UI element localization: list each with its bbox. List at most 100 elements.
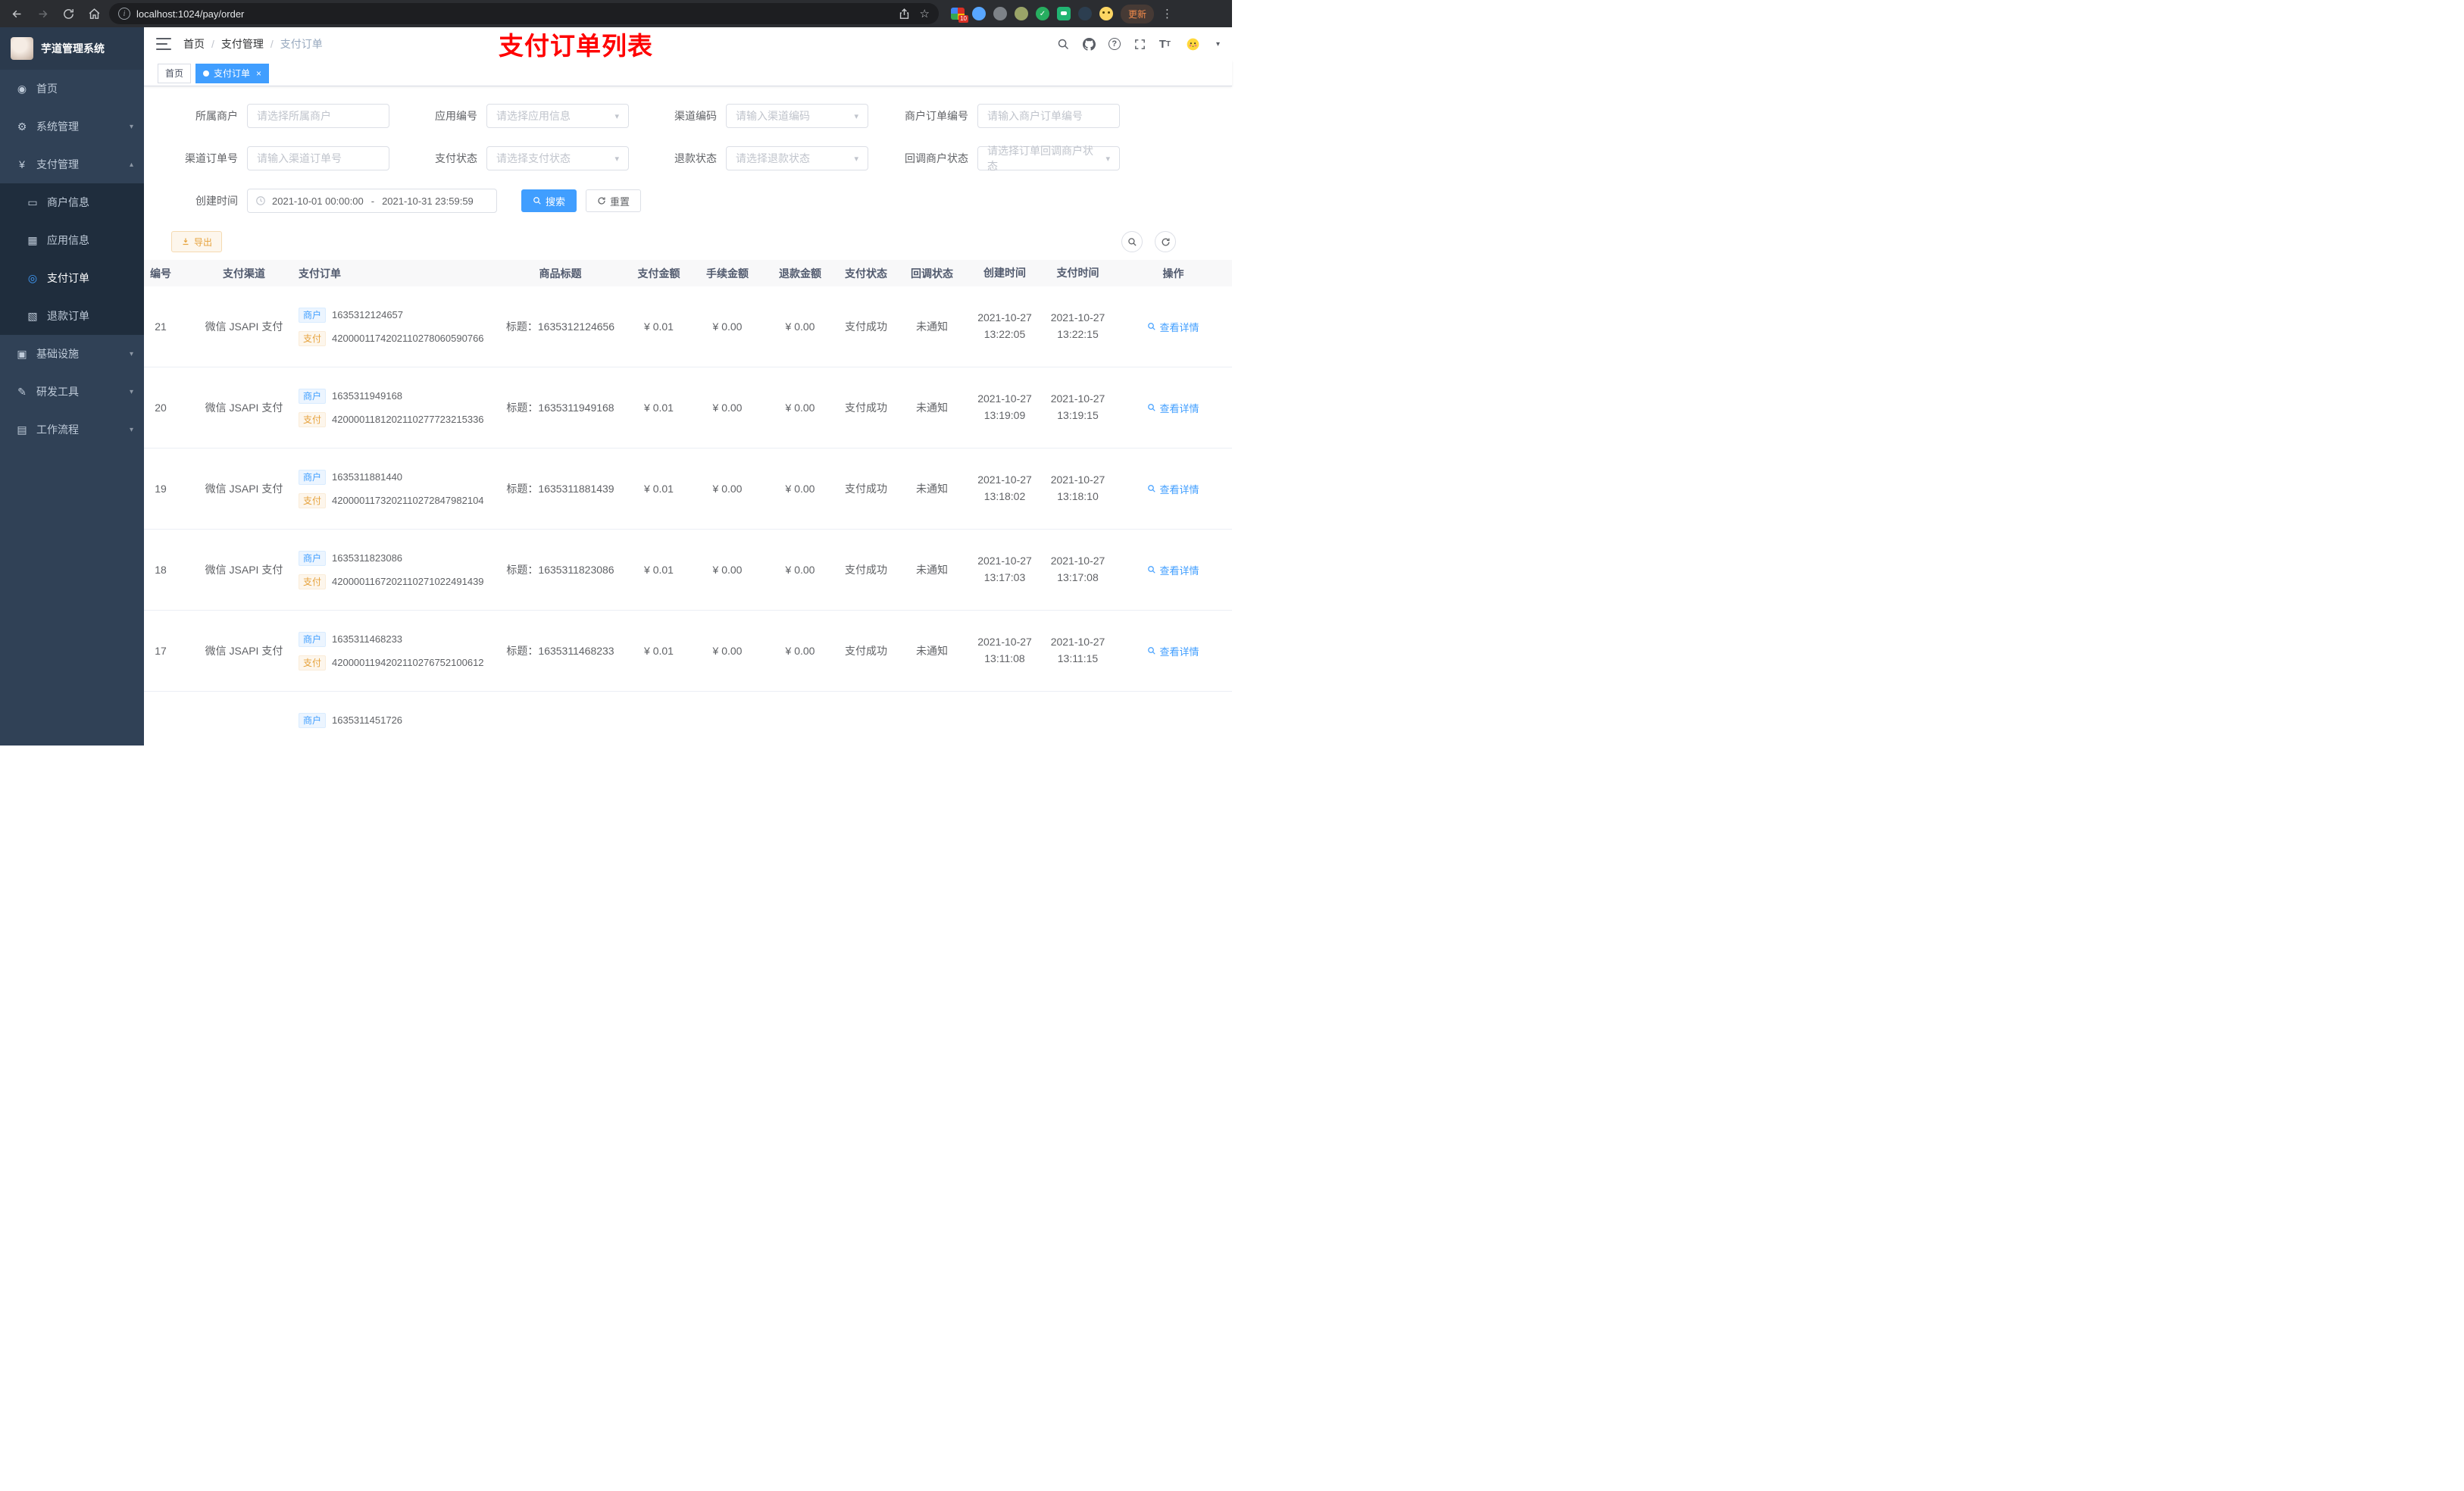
pay-channel-cell: 微信 JSAPI 支付 (205, 483, 283, 495)
app-no-filter-label: 应用编号 (435, 110, 477, 122)
refresh-table-button[interactable] (1155, 231, 1176, 252)
sidebar-collapse-icon[interactable] (156, 38, 171, 50)
export-button-label: 导出 (194, 236, 213, 248)
view-detail-link[interactable]: 查看详情 (1147, 320, 1199, 334)
view-detail-link[interactable]: 查看详情 (1147, 563, 1199, 577)
sidebar-item-label: 系统管理 (36, 120, 79, 133)
breadcrumb-home[interactable]: 首页 (183, 36, 205, 52)
status-cell: 支付成功 (845, 402, 887, 414)
column-header-status: 支付状态 (845, 267, 887, 280)
app-no-select[interactable]: 请选择应用信息 ▾ (486, 104, 629, 128)
sidebar-item-merchant-info[interactable]: ▭ 商户信息 (0, 183, 144, 221)
export-button[interactable]: 导出 (171, 231, 223, 252)
extension-icon[interactable] (1036, 7, 1049, 20)
refresh-icon (1162, 238, 1169, 245)
github-icon[interactable] (1082, 37, 1096, 51)
pay-tag: 支付 (299, 411, 327, 427)
tools-icon: ✎ (17, 385, 27, 398)
channel-order-no-input[interactable] (247, 146, 389, 170)
close-icon[interactable]: × (256, 68, 261, 79)
pay-status-select[interactable]: 请选择支付状态 ▾ (486, 146, 629, 170)
pay-time-cell: 2021-10-27 13:18:10 (1050, 474, 1105, 502)
payment-submenu: ▭ 商户信息 ▦ 应用信息 ◎ 支付订单 ▧ 退款订单 (0, 183, 144, 335)
view-detail-link[interactable]: 查看详情 (1147, 482, 1199, 496)
extension-icon[interactable] (1015, 7, 1028, 20)
extension-icon[interactable] (972, 7, 986, 20)
extension-icon[interactable]: 10 (951, 8, 968, 23)
fullscreen-icon[interactable] (1134, 38, 1146, 51)
create-time-filter-label: 创建时间 (195, 195, 238, 207)
extension-icon[interactable] (993, 7, 1007, 20)
sidebar-item-system[interactable]: ⚙ 系统管理 ▾ (0, 108, 144, 145)
chevron-down-icon: ▾ (854, 111, 858, 121)
address-bar[interactable]: i localhost:1024/pay/order ☆ (109, 3, 939, 24)
help-icon[interactable]: ? (1108, 38, 1121, 50)
sidebar-item-workflow[interactable]: ▤ 工作流程 ▾ (0, 411, 144, 449)
bookmark-star-icon[interactable]: ☆ (920, 7, 930, 20)
extension-icon[interactable] (1057, 7, 1071, 20)
app-logo[interactable]: 芋道管理系统 (0, 27, 144, 70)
browser-update-button[interactable]: 更新 (1121, 4, 1155, 23)
font-size-icon[interactable]: TT (1159, 38, 1171, 51)
sidebar-item-payment[interactable]: ¥ 支付管理 ▴ (0, 145, 144, 183)
pay-time-cell: 2021-10-27 13:22:15 (1050, 311, 1105, 340)
browser-home-button[interactable] (83, 3, 105, 24)
column-header-refund: 退款金额 (779, 267, 821, 280)
browser-back-button[interactable] (6, 3, 27, 24)
callback-status-select[interactable]: 请选择订单回调商户状态 ▾ (977, 145, 1120, 172)
extension-icon[interactable] (1078, 7, 1092, 20)
toggle-search-button[interactable] (1121, 231, 1143, 252)
channel-order-no: 4200001174202110278060590766 (332, 333, 484, 344)
active-tab-dot (203, 70, 210, 77)
browser-menu-icon[interactable]: ⋮ (1159, 7, 1176, 20)
browser-toolbar: i localhost:1024/pay/order ☆ 10 更新 ⋮ (0, 0, 1232, 27)
channel-code-select[interactable]: 请输入渠道编码 ▾ (726, 104, 868, 128)
breadcrumb-section[interactable]: 支付管理 (221, 36, 264, 52)
action-cell: 查看详情 (1115, 482, 1232, 496)
browser-refresh-button[interactable] (58, 3, 79, 24)
app-header: 首页 / 支付管理 / 支付订单 支付订单列表 ? TT ▾ (144, 27, 1232, 61)
chevron-down-icon[interactable]: ▾ (1216, 40, 1220, 48)
breadcrumb-current: 支付订单 (280, 38, 323, 50)
breadcrumb-separator: / (270, 38, 274, 50)
pay-time-cell: 2021-10-27 13:17:08 (1050, 555, 1105, 583)
pay-order-cell: 商户 1635311468233 支付 4200001194202110276752… (289, 631, 494, 671)
chevron-down-icon: ▾ (129, 122, 133, 131)
column-header-create: 创建时间 (983, 266, 1026, 279)
pay-tag: 支付 (299, 574, 327, 589)
sidebar-item-app-info[interactable]: ▦ 应用信息 (0, 221, 144, 259)
chevron-down-icon: ▾ (129, 425, 133, 434)
refund-status-select[interactable]: 请选择退款状态 ▾ (726, 146, 868, 170)
sidebar-item-home[interactable]: ◉ 首页 (0, 70, 144, 108)
order-id-cell: 18 (155, 564, 167, 576)
reset-button[interactable]: 重置 (586, 189, 642, 212)
merchant-filter-input[interactable] (247, 104, 389, 128)
chevron-down-icon: ▾ (614, 111, 619, 121)
tab-home[interactable]: 首页 (158, 63, 192, 83)
site-info-icon[interactable]: i (118, 8, 130, 20)
browser-forward-button[interactable] (32, 3, 53, 24)
clock-icon (256, 196, 265, 205)
merchant-order-no-input[interactable] (977, 104, 1120, 128)
select-placeholder: 请选择订单回调商户状态 (987, 145, 1093, 172)
share-icon[interactable] (898, 8, 911, 20)
search-button[interactable]: 搜索 (521, 189, 577, 212)
sidebar-item-pay-order[interactable]: ◎ 支付订单 (0, 259, 144, 297)
sidebar: 芋道管理系统 ◉ 首页 ⚙ 系统管理 ▾ ¥ 支付管理 ▴ ▭ 商户信息 ▦ 应… (0, 27, 144, 746)
refund-cell: ¥ 0.00 (785, 320, 815, 333)
search-icon[interactable] (1057, 38, 1070, 51)
view-detail-link[interactable]: 查看详情 (1147, 644, 1199, 658)
search-icon (1148, 647, 1156, 655)
merchant-order-no: 1635311451726 (332, 714, 403, 726)
sidebar-item-refund-order[interactable]: ▧ 退款订单 (0, 297, 144, 335)
tab-pay-order[interactable]: 支付订单 × (195, 63, 270, 83)
sidebar-item-dev-tools[interactable]: ✎ 研发工具 ▾ (0, 373, 144, 411)
view-detail-link[interactable]: 查看详情 (1147, 401, 1199, 415)
profile-avatar-icon[interactable] (1099, 7, 1113, 20)
pay-channel-cell: 微信 JSAPI 支付 (205, 320, 283, 333)
merchant-tag: 商户 (299, 550, 327, 566)
create-time-range-picker[interactable]: 2021-10-01 00:00:00 - 2021-10-31 23:59:5… (247, 189, 497, 213)
user-avatar[interactable] (1184, 34, 1203, 54)
sidebar-item-infra[interactable]: ▣ 基础设施 ▾ (0, 335, 144, 373)
merchant-order-no: 1635311468233 (332, 633, 403, 645)
